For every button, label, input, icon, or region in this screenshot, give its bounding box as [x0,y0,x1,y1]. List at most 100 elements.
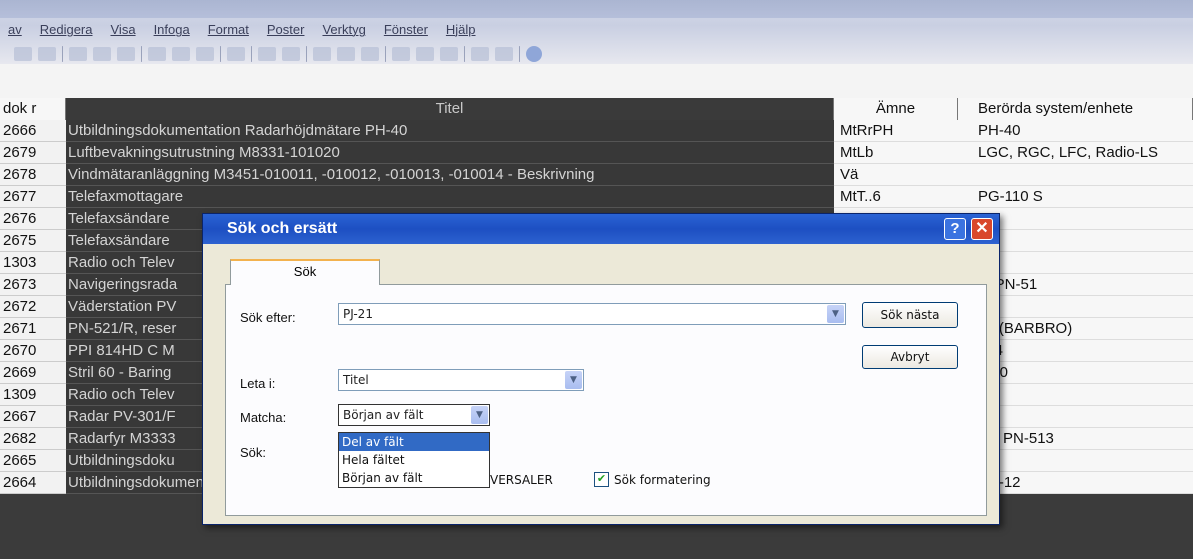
menu-bar: av Redigera Visa Infoga Format Poster Verktyg F… [0,0,1193,64]
cell-berorda[interactable]: PH-40 [958,120,1193,142]
column-header-titel[interactable]: Titel [66,98,834,120]
cell-amne[interactable]: Vä [834,164,958,186]
cell-titel[interactable]: Utbildningsdokumentation Radarhöjdmätare… [66,120,834,142]
cell-titel[interactable]: Telefaxmottagare [66,186,834,208]
delete-record-icon[interactable] [440,47,458,61]
spelling-icon[interactable] [117,47,135,61]
search-value: PJ-21 [343,307,373,321]
menu-item[interactable]: Fönster [384,22,428,37]
toolbar-separator [220,46,221,62]
match-option[interactable]: Del av fält [339,433,489,451]
search-input[interactable]: PJ-21 ▼ [338,303,846,325]
cell-dok[interactable]: 2670 [0,340,66,362]
cell-dok[interactable]: 2682 [0,428,66,450]
cell-titel[interactable]: Luftbevakningsutrustning M8331-101020 [66,142,834,164]
new-record-icon[interactable] [416,47,434,61]
table-row[interactable]: 2678 Vindmätaranläggning M3451-010011, -0… [0,164,1193,186]
chevron-down-icon[interactable]: ▼ [565,371,582,389]
menu-item[interactable]: Infoga [154,22,190,37]
cell-dok[interactable]: 2675 [0,230,66,252]
chevron-down-icon[interactable]: ▼ [471,406,488,424]
search-direction-label: Sök: [240,445,267,460]
cell-dok[interactable]: 2666 [0,120,66,142]
match-option[interactable]: Början av fält [339,469,489,487]
menu-item[interactable]: Visa [111,22,136,37]
tab-search[interactable]: Sök [230,259,380,285]
paste-icon[interactable] [196,47,214,61]
cell-dok[interactable]: 2664 [0,472,66,494]
apply-filter-icon[interactable] [361,47,379,61]
cell-dok[interactable]: 2669 [0,362,66,384]
cell-dok[interactable]: 2672 [0,296,66,318]
sort-ascending-icon[interactable] [258,47,276,61]
cell-dok[interactable]: 2673 [0,274,66,296]
toolbar-separator [385,46,386,62]
filter-by-form-icon[interactable] [337,47,355,61]
print-preview-icon[interactable] [93,47,111,61]
filter-icon[interactable] [313,47,331,61]
menu-item[interactable]: Verktyg [322,22,365,37]
cell-berorda[interactable] [958,164,1193,186]
cell-amne[interactable]: MtT..6 [834,186,958,208]
cell-dok[interactable]: 2667 [0,406,66,428]
table-row[interactable]: 2677 Telefaxmottagare MtT..6 PG-110 S [0,186,1193,208]
search-format-label: Sök formatering [614,473,711,487]
chevron-down-icon[interactable]: ▼ [827,305,844,323]
toolbar-separator [251,46,252,62]
print-icon[interactable] [69,47,87,61]
toolbar [14,46,542,62]
column-header-berorda[interactable]: Berörda system/enhete [958,98,1193,120]
cell-amne[interactable]: MtLb [834,142,958,164]
cut-icon[interactable] [148,47,166,61]
cancel-button[interactable]: Avbryt [862,345,958,369]
cell-dok[interactable]: 2677 [0,186,66,208]
cell-berorda[interactable]: LGC, RGC, LFC, Radio-LS [958,142,1193,164]
look-in-value: Titel [343,373,369,387]
menu-item[interactable]: Format [208,22,249,37]
close-button[interactable]: ✕ [971,218,993,240]
menu-item[interactable]: Redigera [40,22,93,37]
toolbar-separator [62,46,63,62]
save-icon[interactable] [14,47,32,61]
open-icon[interactable] [38,47,56,61]
help-button[interactable]: ? [944,218,966,240]
search-format-checkbox[interactable]: ✔ [594,472,609,487]
table-row[interactable]: 2679 Luftbevakningsutrustning M8331-10102… [0,142,1193,164]
cell-dok[interactable]: 1303 [0,252,66,274]
menu-item[interactable]: Poster [267,22,305,37]
undo-icon[interactable] [227,47,245,61]
cell-dok[interactable]: 2678 [0,164,66,186]
column-header-amne[interactable]: Ämne [834,98,958,120]
look-in-label: Leta i: [240,376,276,391]
cell-titel[interactable]: Vindmätaranläggning M3451-010011, -01001… [66,164,834,186]
dialog-title-bar[interactable]: Sök och ersätt ? ✕ [203,214,999,244]
copy-icon[interactable] [172,47,190,61]
toolbar-separator [141,46,142,62]
cell-dok[interactable]: 2665 [0,450,66,472]
help-icon[interactable] [526,46,542,62]
cell-berorda[interactable]: PG-110 S [958,186,1193,208]
grid-header: dok r Titel Ämne Berörda system/enhete [0,98,1193,120]
find-next-button[interactable]: Sök nästa [862,302,958,328]
cell-dok[interactable]: 2671 [0,318,66,340]
look-in-select[interactable]: Titel ▼ [338,369,584,391]
cell-dok[interactable]: 2679 [0,142,66,164]
column-header-dok[interactable]: dok r [0,98,66,120]
match-label: Matcha: [240,410,287,425]
menu-item[interactable]: Hjälp [446,22,476,37]
menu-item[interactable]: av [8,22,22,37]
toolbar-separator [519,46,520,62]
sort-descending-icon[interactable] [282,47,300,61]
database-window-icon[interactable] [471,47,489,61]
cell-amne[interactable]: MtRrPH [834,120,958,142]
new-object-icon[interactable] [495,47,513,61]
cell-dok[interactable]: 1309 [0,384,66,406]
window-title-bar [0,0,1193,18]
table-row[interactable]: 2666 Utbildningsdokumentation Radarhöjdmä… [0,120,1193,142]
search-label: Sök efter: [240,310,296,325]
match-option[interactable]: Hela fältet [339,451,489,469]
cell-dok[interactable]: 2676 [0,208,66,230]
match-options-list: Del av fält Hela fältet Början av fält [338,432,490,488]
find-icon[interactable] [392,47,410,61]
match-select[interactable]: Början av fält ▼ [338,404,490,426]
